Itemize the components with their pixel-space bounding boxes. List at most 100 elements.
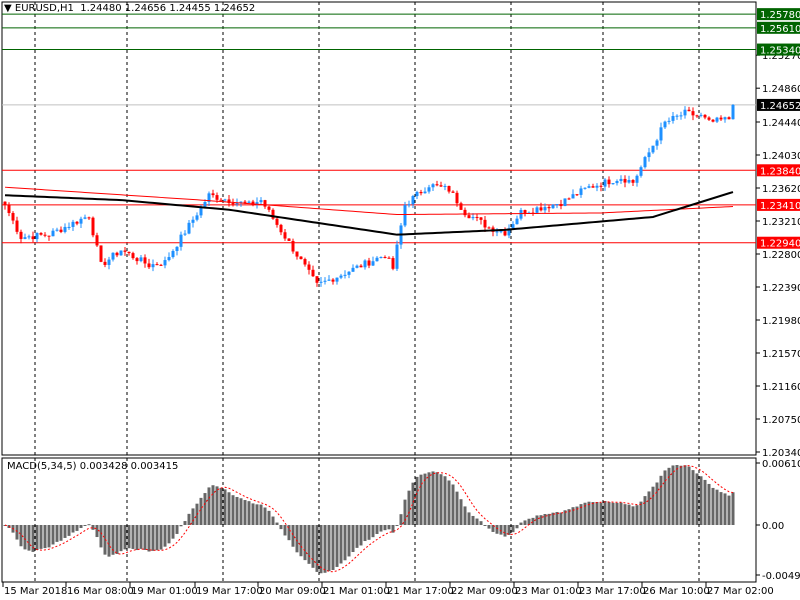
macd-histogram-bar (87, 524, 91, 526)
bull-candle (563, 198, 567, 207)
macd-histogram-bar (639, 501, 643, 525)
macd-histogram-bar (683, 465, 687, 525)
bear-candle (115, 252, 119, 256)
bull-candle (191, 219, 195, 223)
macd-histogram-bar (331, 525, 335, 570)
macd-histogram-bar (383, 525, 387, 531)
bull-candle (347, 271, 351, 275)
bear-candle (311, 269, 315, 277)
bear-candle (47, 235, 51, 237)
bear-candle (315, 276, 319, 283)
bull-candle (403, 205, 407, 226)
macd-histogram-bar (351, 525, 355, 552)
macd-histogram-bar (67, 525, 71, 536)
bear-candle (687, 109, 691, 112)
resistance-level-label: 1.25340 (760, 46, 800, 57)
time-label: 15 Mar 2018 (4, 586, 67, 597)
bear-candle (99, 245, 103, 262)
bull-candle (543, 207, 547, 211)
bull-candle (427, 187, 431, 192)
macd-histogram-bar (107, 525, 111, 557)
macd-histogram-bar (415, 476, 419, 525)
bull-candle (471, 216, 475, 219)
moving-average-slow (4, 191, 734, 236)
macd-histogram-bar (615, 502, 619, 525)
bear-candle (623, 178, 627, 183)
macd-histogram-bar (555, 511, 559, 525)
bull-candle (139, 257, 143, 262)
bull-candle (167, 257, 171, 261)
bear-candle (135, 258, 139, 262)
bull-candle (611, 183, 615, 185)
macd-histogram-bar (399, 514, 403, 525)
bull-candle (83, 217, 87, 219)
macd-histogram-bar (303, 525, 307, 561)
bear-candle (303, 259, 307, 265)
macd-histogram-bar (219, 487, 223, 525)
bear-candle (631, 180, 635, 183)
macd-histogram-bar (475, 518, 479, 525)
bear-candle (539, 207, 543, 211)
macd-histogram-bar (143, 525, 147, 550)
macd-histogram-bar (35, 525, 39, 550)
macd-histogram-bar (235, 496, 239, 525)
macd-histogram-bar (27, 525, 31, 551)
macd-histogram-bar (211, 485, 215, 525)
triangle-down-icon[interactable]: ▼ (4, 3, 12, 14)
bear-candle (331, 279, 335, 282)
time-label: 21 Mar 01:00 (323, 586, 390, 597)
bull-candle (679, 115, 683, 117)
macd-histogram-bar (479, 521, 483, 525)
macd-histogram-bar (23, 525, 27, 550)
time-label: 27 Mar 02:00 (707, 586, 774, 597)
macd-histogram-bar (679, 465, 683, 525)
macd-histogram-bar (179, 525, 183, 527)
macd-histogram-bar (447, 480, 451, 525)
bear-candle (575, 194, 579, 196)
macd-histogram-bar (243, 500, 247, 525)
bear-candle (451, 191, 455, 193)
macd-histogram-bar (151, 525, 155, 551)
bull-candle (639, 167, 643, 176)
bear-candle (19, 231, 23, 239)
macd-histogram-bar (291, 525, 295, 547)
bear-candle (143, 257, 147, 264)
macd-histogram-bar (39, 525, 43, 549)
support-level-label: 1.23410 (760, 201, 800, 212)
macd-histogram-bar (431, 471, 435, 525)
macd-tick-label: 0.006101 (762, 459, 800, 470)
price-tick-label: 1.24860 (762, 84, 800, 95)
macd-histogram-bar (279, 525, 283, 530)
bull-candle (363, 260, 367, 268)
bull-candle (339, 275, 343, 278)
bull-candle (443, 185, 447, 187)
bull-candle (627, 180, 631, 183)
macd-histogram-bar (247, 501, 251, 525)
macd-histogram-bar (283, 525, 287, 536)
bear-candle (283, 232, 287, 239)
macd-title: MACD(5,34,5) 0.003428 0.003415 (7, 461, 179, 472)
macd-histogram-bar (471, 515, 475, 525)
current-price-label: 1.24652 (760, 101, 800, 112)
bear-candle (695, 115, 699, 117)
macd-histogram-bar (307, 525, 311, 564)
bear-candle (547, 207, 551, 209)
macd-tick-label: -0.00499 (762, 571, 800, 582)
bear-candle (599, 185, 603, 187)
macd-histogram-bar (51, 525, 55, 545)
bear-candle (123, 250, 127, 252)
macd-histogram-bar (227, 492, 231, 525)
bear-candle (719, 117, 723, 120)
macd-histogram-bar (651, 486, 655, 525)
macd-histogram-bar (371, 525, 375, 538)
bull-candle (151, 264, 155, 268)
macd-histogram-bar (251, 503, 255, 525)
bear-candle (11, 213, 15, 221)
time-label: 20 Mar 09:00 (259, 586, 326, 597)
trading-chart[interactable]: 1.252701.248601.244401.240301.236201.232… (0, 0, 800, 600)
bear-candle (383, 257, 387, 259)
macd-histogram-bar (659, 475, 663, 525)
macd-histogram-bar (47, 525, 51, 548)
bear-candle (147, 263, 151, 268)
bull-candle (671, 115, 675, 121)
